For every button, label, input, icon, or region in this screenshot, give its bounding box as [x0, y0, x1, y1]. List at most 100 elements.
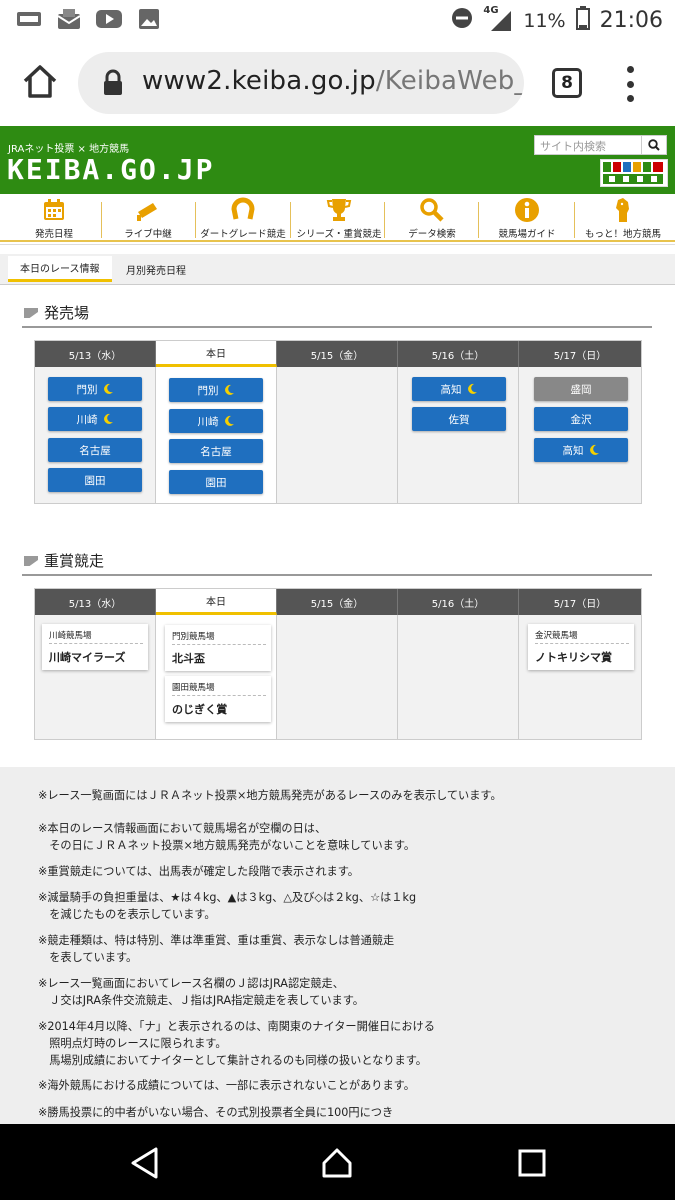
race-venue: 川崎競馬場 [49, 631, 92, 641]
venue-button-nagoya[interactable]: 名古屋 [48, 438, 142, 462]
venue-name: 盛岡 [570, 383, 592, 396]
venue-name: 金沢 [570, 413, 592, 426]
race-card-notokirishimasho[interactable]: 金沢競馬場 ノトキリシマ賞 [528, 624, 634, 670]
column-header: 5/16（土） [398, 341, 519, 367]
nav-label: データ検索 [408, 229, 456, 240]
venue-name: 高知 [562, 444, 584, 457]
sales-column [277, 367, 398, 503]
venue-button-kawasaki[interactable]: 川崎 [169, 409, 263, 433]
race-name: 川崎マイラーズ [49, 651, 126, 664]
note: ※本日のレース情報画面において競馬場名が空欄の日は、 その日にＪＲＡネット投票×… [38, 822, 416, 852]
nav-data-search[interactable]: データ検索 [388, 198, 476, 240]
sales-grid: 5/13（水） 本日 5/15（金） 5/16（土） 5/17（日） 門別 川崎… [34, 340, 642, 504]
stakes-column [277, 615, 398, 739]
venue-button-kawasaki[interactable]: 川崎 [48, 407, 142, 431]
overflow-menu-button[interactable] [624, 66, 636, 102]
dnd-icon [451, 7, 473, 34]
race-name: ノトキリシマ賞 [535, 651, 612, 664]
night-moon-icon [467, 383, 477, 394]
column-header: 5/17（日） [519, 341, 641, 367]
race-card-nojigikusho[interactable]: 園田競馬場 のじぎく賞 [165, 676, 271, 722]
note: ※重賞競走については、出馬表が確定した段階で表示されます。 [38, 865, 359, 878]
venue-name: 佐賀 [448, 413, 470, 426]
venue-button-saga[interactable]: 佐賀 [412, 407, 506, 431]
night-moon-icon [103, 383, 113, 394]
back-button[interactable] [128, 1146, 162, 1180]
venue-button-kochi[interactable]: 高知 [412, 377, 506, 401]
venue-name: 川崎 [197, 415, 219, 428]
url-path: /KeibaWeb_IPA [375, 66, 524, 96]
home-nav-button[interactable] [320, 1146, 354, 1180]
column-header: 5/16（土） [398, 589, 519, 615]
mail-icon [56, 7, 82, 31]
nav-track-guide[interactable]: 競馬場ガイド [482, 198, 572, 240]
venue-button-mombetsu[interactable]: 門別 [48, 377, 142, 401]
nav-live[interactable]: ライブ中継 [106, 198, 190, 240]
venue-button-kochi[interactable]: 高知 [534, 438, 628, 462]
info-icon [514, 198, 540, 222]
column-header-today: 本日 [156, 589, 277, 615]
recents-button[interactable] [515, 1146, 549, 1180]
lock-icon [102, 69, 124, 97]
nav-more-chiho[interactable]: もっと！地方競馬 [577, 198, 669, 240]
note: ※海外競馬における成績については、一部に表示されないことがあります。 [38, 1079, 415, 1092]
nav-label: ライブ中継 [124, 229, 172, 240]
venue-name: 園田 [205, 476, 227, 489]
sales-section-heading: 発売場 [22, 302, 652, 328]
venue-button-nagoya[interactable]: 名古屋 [169, 439, 263, 463]
column-header: 5/17（日） [519, 589, 641, 615]
venue-button-morioka-disabled: 盛岡 [534, 377, 628, 401]
stakes-column [398, 615, 519, 739]
venue-name: 園田 [84, 474, 106, 487]
night-moon-icon [224, 384, 234, 395]
tab-switcher-button[interactable]: 8 [552, 68, 582, 98]
url-text: www2.keiba.go.jp/KeibaWeb_IPA [142, 66, 524, 96]
camera-icon [135, 198, 161, 222]
search-button[interactable] [641, 136, 666, 154]
calendar-icon [41, 198, 67, 222]
url-host: www2.keiba.go.jp [142, 66, 376, 96]
nav-label: ダートグレード競走 [200, 229, 286, 240]
home-button[interactable] [20, 62, 60, 102]
race-card-kawasaki-milers[interactable]: 川崎競馬場 川崎マイラーズ [42, 624, 148, 670]
night-moon-icon [224, 415, 234, 426]
stakes-grid: 5/13（水） 本日 5/15（金） 5/16（土） 5/17（日） 川崎競馬場… [34, 588, 642, 740]
race-name: 北斗盃 [172, 652, 205, 665]
subtab-bar: 本日のレース情報 月別発売日程 [0, 254, 675, 285]
race-venue: 金沢競馬場 [535, 631, 578, 641]
nav-sales-schedule[interactable]: 発売日程 [12, 198, 96, 240]
nav-label: 競馬場ガイド [498, 229, 556, 240]
stakes-section-heading: 重賞競走 [22, 550, 652, 576]
section-title: 発売場 [44, 304, 90, 322]
venue-button-sonoda[interactable]: 園田 [48, 468, 142, 492]
note: ※レース一覧画面においてレース名欄のＪ認はJRA認定競走、 Ｊ交はJRA条件交流… [38, 977, 364, 1007]
venue-name: 名古屋 [79, 444, 111, 457]
venue-button-mombetsu[interactable]: 門別 [169, 378, 263, 402]
note: ※レース一覧画面にはＪＲＡネット投票×地方競馬発売があるレースのみを表示していま… [38, 789, 502, 802]
system-nav-bar [0, 1124, 675, 1200]
battery-percent: 11% [523, 9, 566, 32]
trophy-icon [326, 198, 352, 222]
venue-button-kanazawa[interactable]: 金沢 [534, 407, 628, 431]
signal-icon: 4G [483, 5, 513, 33]
address-bar[interactable]: www2.keiba.go.jp/KeibaWeb_IPA [78, 52, 524, 114]
status-bar: 4G 11% 21:06 [0, 0, 675, 40]
nav-label: シリーズ・重賞競走 [296, 229, 382, 240]
note: ※2014年4月以降、「ナ」と表示されるのは、南関東のナイター開催日における 照… [38, 1020, 435, 1067]
tab-today-races[interactable]: 本日のレース情報 [8, 256, 112, 282]
site-logo[interactable]: KEIBA.GO.JP [7, 153, 214, 186]
site-search-input[interactable]: サイト内検索 [534, 135, 667, 155]
venue-button-sonoda[interactable]: 園田 [169, 470, 263, 494]
browser-toolbar: www2.keiba.go.jp/KeibaWeb_IPA 8 [0, 40, 675, 126]
search-placeholder: サイト内検索 [540, 140, 606, 153]
race-name: のじぎく賞 [172, 703, 228, 716]
nav-series-stakes[interactable]: シリーズ・重賞競走 [294, 198, 384, 240]
battery-icon [575, 6, 590, 35]
gallery-icon [136, 7, 162, 31]
nav-dirt-grade[interactable]: ダートグレード競走 [198, 197, 288, 240]
search-icon [419, 198, 445, 222]
clock: 21:06 [599, 8, 663, 33]
race-card-hokutohai[interactable]: 門別競馬場 北斗盃 [165, 625, 271, 671]
jra-chiho-logo[interactable] [600, 159, 668, 187]
tab-monthly-schedule[interactable]: 月別発売日程 [114, 256, 198, 282]
